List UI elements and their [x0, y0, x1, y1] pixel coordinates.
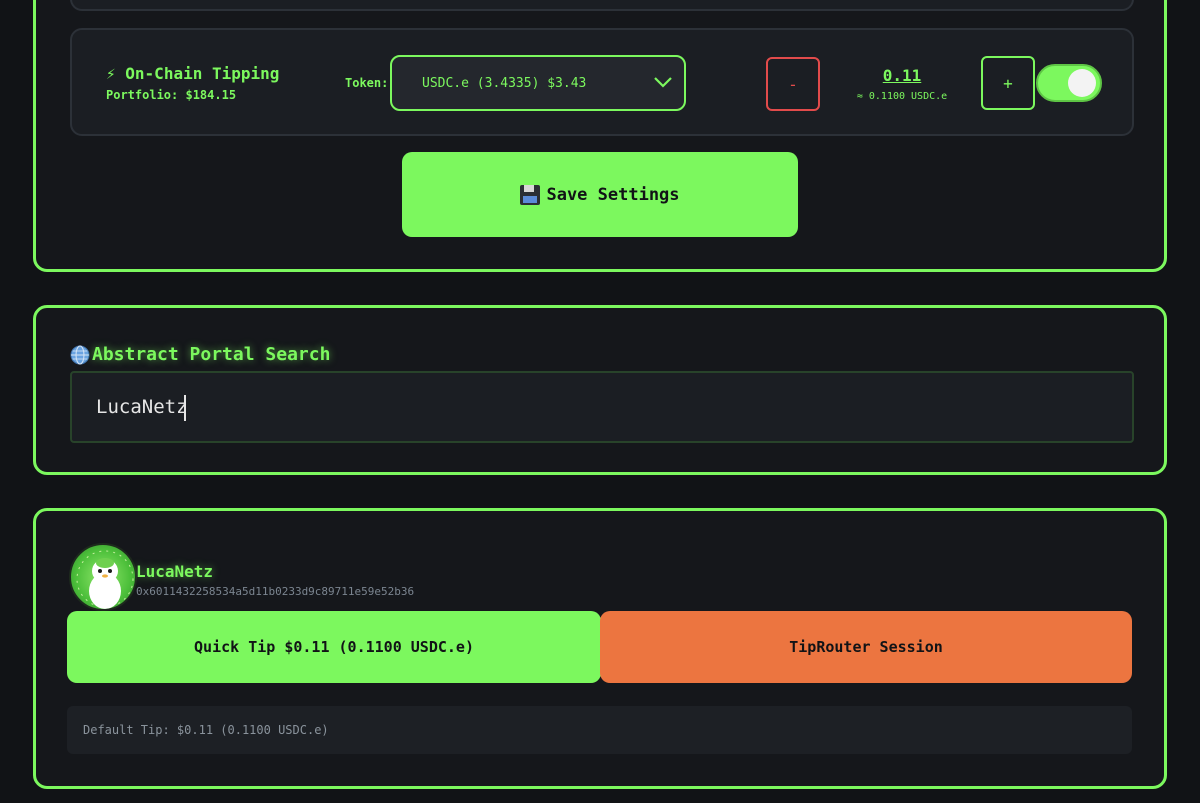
- settings-panel: ⚡ On-Chain Tipping Portfolio: $184.15 To…: [33, 0, 1167, 272]
- toggle-knob: [1068, 69, 1096, 97]
- wallet-address: 0x6011432258534a5d11b0233d9c89711e59e52b…: [136, 585, 415, 598]
- tipping-title-label: On-Chain Tipping: [125, 64, 280, 83]
- decrease-amount-button[interactable]: -: [766, 57, 820, 111]
- tip-amount[interactable]: 0.11: [862, 66, 942, 85]
- user-name[interactable]: LucaNetz: [136, 562, 213, 581]
- result-panel: LucaNetz 0x6011432258534a5d11b0233d9c897…: [33, 508, 1167, 789]
- previous-setting-row: [70, 0, 1134, 11]
- globe-icon: [70, 345, 90, 364]
- chevron-down-icon: [654, 77, 672, 88]
- save-settings-label: Save Settings: [546, 184, 680, 205]
- floppy-disk-icon: [520, 184, 541, 205]
- tipping-title: ⚡ On-Chain Tipping: [106, 64, 279, 83]
- token-select[interactable]: USDC.e (3.4335) $3.43: [390, 55, 686, 111]
- token-select-value: USDC.e (3.4335) $3.43: [422, 75, 587, 91]
- search-panel: Abstract Portal Search: [33, 305, 1167, 475]
- avatar[interactable]: [69, 543, 137, 611]
- token-label: Token:: [345, 76, 389, 90]
- increase-amount-button[interactable]: +: [981, 56, 1035, 110]
- lightning-icon: ⚡: [106, 64, 116, 83]
- quick-tip-button[interactable]: Quick Tip $0.11 (0.1100 USDC.e): [67, 611, 601, 683]
- tip-amount-token: ≈ 0.1100 USDC.e: [856, 91, 948, 102]
- tipping-row: ⚡ On-Chain Tipping Portfolio: $184.15 To…: [70, 28, 1134, 136]
- save-settings-button[interactable]: Save Settings: [402, 152, 798, 237]
- text-cursor: [184, 395, 186, 421]
- search-input[interactable]: [70, 371, 1134, 443]
- tiprouter-session-button[interactable]: TipRouter Session: [600, 611, 1132, 683]
- search-title: Abstract Portal Search: [70, 344, 330, 365]
- default-tip-info: Default Tip: $0.11 (0.1100 USDC.e): [67, 706, 1132, 754]
- tipping-toggle[interactable]: [1036, 64, 1102, 102]
- portfolio-value: Portfolio: $184.15: [106, 88, 237, 102]
- search-title-label: Abstract Portal Search: [92, 344, 331, 365]
- penguin-avatar-icon: [76, 550, 134, 609]
